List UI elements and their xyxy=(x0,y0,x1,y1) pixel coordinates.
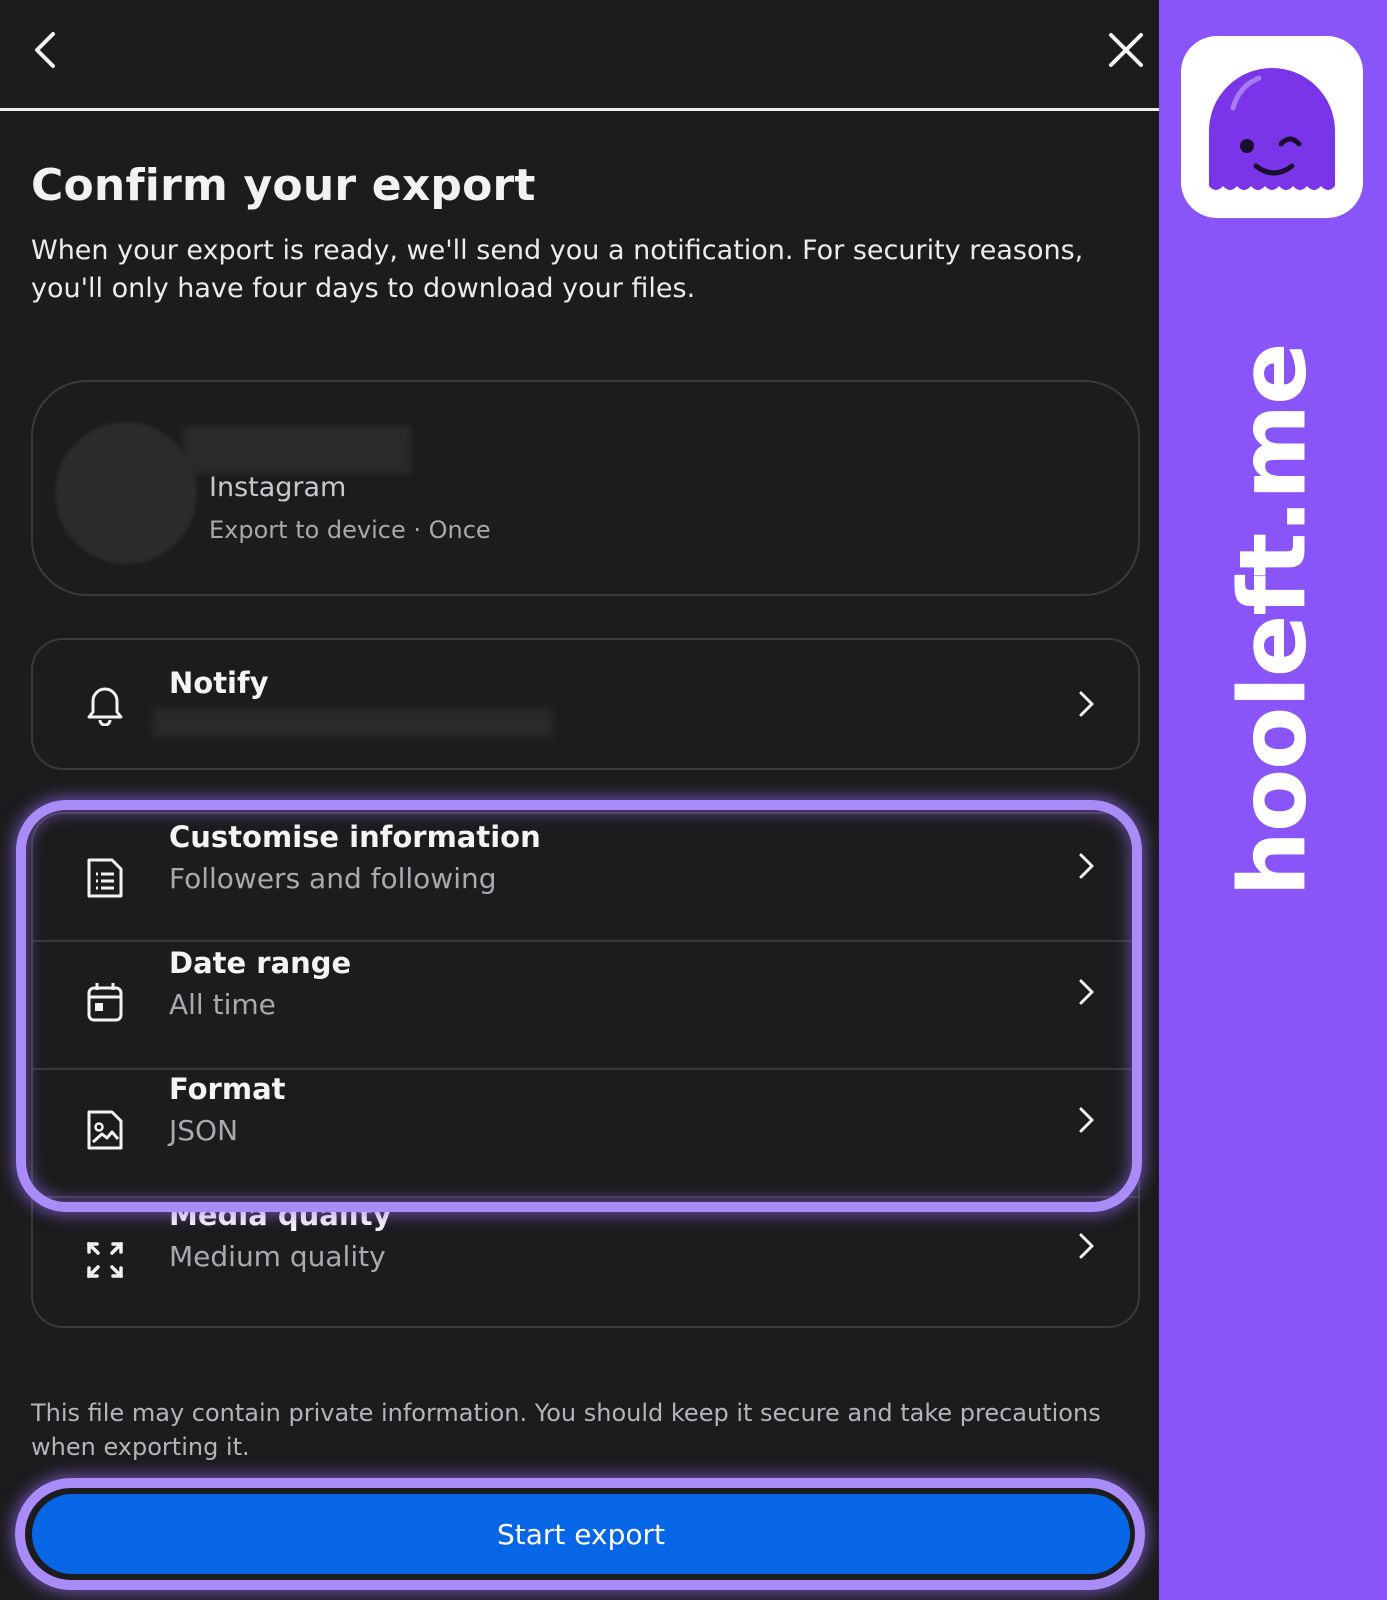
notify-item[interactable]: Notify xyxy=(33,640,1138,768)
option-value: Medium quality xyxy=(169,1240,386,1273)
notify-row[interactable]: Notify xyxy=(31,638,1140,770)
option-customise-information[interactable]: Customise information Followers and foll… xyxy=(33,814,1138,942)
page-description: When your export is ready, we'll send yo… xyxy=(31,235,1084,304)
avatar xyxy=(55,422,197,564)
redacted-notify-value xyxy=(153,708,553,738)
option-value: JSON xyxy=(169,1114,239,1147)
chevron-right-icon xyxy=(1072,684,1102,724)
image-file-icon xyxy=(81,1106,129,1154)
privacy-disclaimer: This file may contain private informatio… xyxy=(31,1399,1101,1461)
back-button[interactable] xyxy=(24,28,68,72)
option-value: Followers and following xyxy=(169,862,497,895)
account-destination: Export to device · Once xyxy=(209,516,491,544)
export-panel: Confirm your export When your export is … xyxy=(0,0,1159,1600)
header-divider xyxy=(0,108,1159,111)
option-date-range[interactable]: Date range All time xyxy=(33,942,1138,1070)
redacted-account-name xyxy=(183,426,411,474)
chevron-left-icon xyxy=(35,32,55,68)
document-list-icon xyxy=(81,854,129,902)
option-label: Format xyxy=(169,1072,286,1106)
brand-sidebar: hooleft.me xyxy=(1159,0,1387,1600)
start-export-button[interactable]: Start export xyxy=(32,1494,1130,1574)
account-card: Instagram Export to device · Once xyxy=(31,380,1140,596)
option-label: Date range xyxy=(169,946,352,980)
option-label: Customise information xyxy=(169,820,541,854)
chevron-right-icon xyxy=(1072,846,1102,886)
page-title: Confirm your export xyxy=(31,160,536,211)
brand-watermark: hooleft.me xyxy=(1219,343,1327,897)
chevron-right-icon xyxy=(1072,1226,1102,1266)
close-button[interactable] xyxy=(1104,28,1148,72)
top-bar xyxy=(0,0,1159,111)
expand-arrows-icon xyxy=(81,1236,129,1284)
export-options: Customise information Followers and foll… xyxy=(31,812,1140,1328)
account-app-name: Instagram xyxy=(209,472,347,503)
option-format[interactable]: Format JSON xyxy=(33,1070,1138,1198)
bell-icon xyxy=(81,680,129,728)
chevron-right-icon xyxy=(1072,972,1102,1012)
option-value: All time xyxy=(169,988,276,1021)
option-label: Media quality xyxy=(169,1198,392,1232)
notify-label: Notify xyxy=(169,666,269,700)
chevron-right-icon xyxy=(1072,1100,1102,1140)
option-media-quality[interactable]: Media quality Medium quality xyxy=(33,1198,1138,1326)
ghost-logo-icon xyxy=(1181,36,1363,218)
close-icon xyxy=(1109,33,1143,67)
calendar-icon xyxy=(81,978,129,1026)
